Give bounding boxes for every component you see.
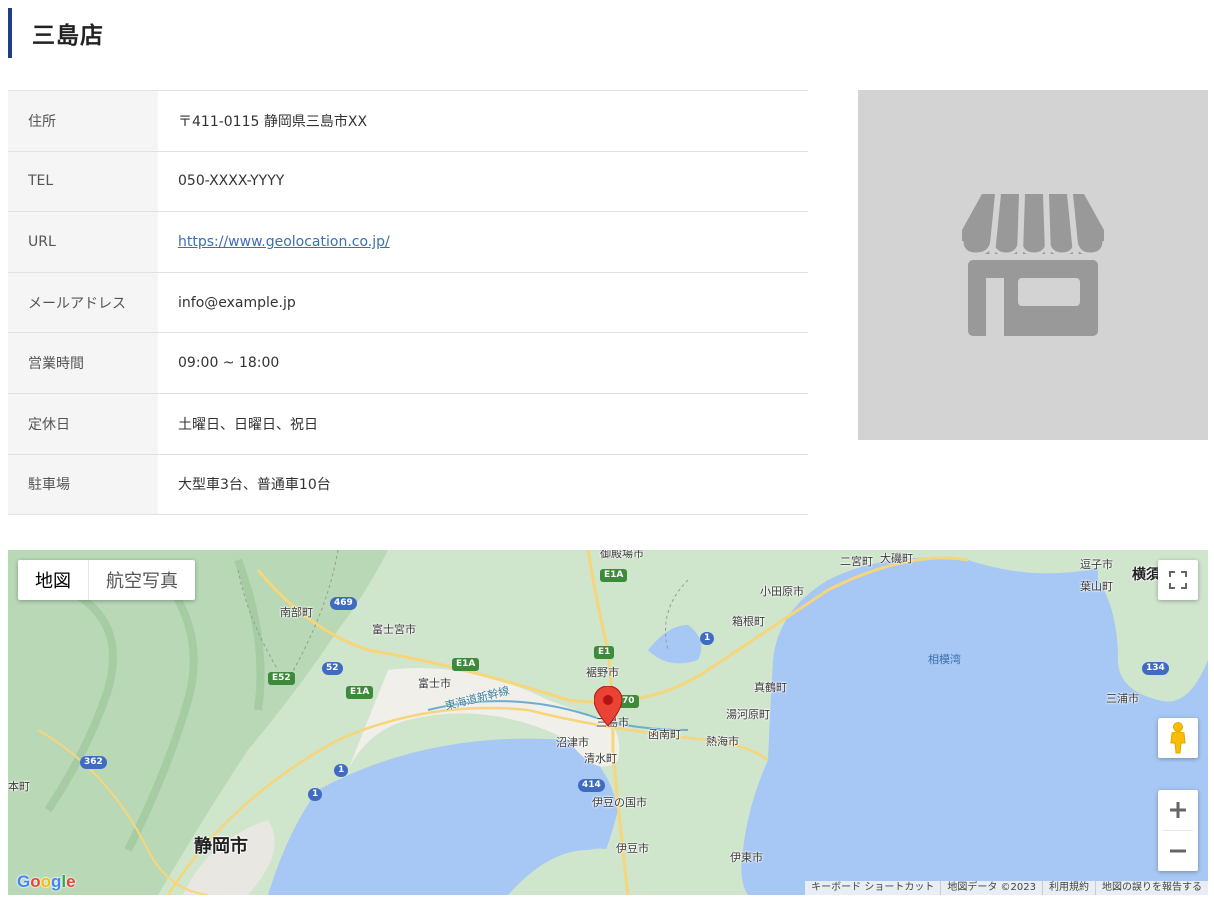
store-info-table: 住所 〒411-0115 静岡県三島市XX TEL 050-XXXX-YYYY … bbox=[8, 90, 808, 515]
map-panel[interactable]: 御殿場市 大磯町 二宮町 逗子市 葉山町 横須 小田原市 南部町 富士宮市 箱根… bbox=[8, 550, 1208, 895]
hours-label: 営業時間 bbox=[8, 332, 158, 394]
parking-value: 大型車3台、普通車10台 bbox=[178, 477, 331, 494]
zoom-in-button[interactable] bbox=[1158, 790, 1198, 830]
map-label-ninomiya: 二宮町 bbox=[840, 555, 873, 568]
road-shield: E52 bbox=[268, 672, 295, 685]
road-shield: 362 bbox=[80, 756, 107, 769]
storefront-icon bbox=[962, 194, 1104, 336]
road-shield: 1 bbox=[700, 632, 715, 645]
table-row: 営業時間 09:00 ~ 18:00 bbox=[8, 332, 808, 394]
map-label-izunokuni: 伊豆の国市 bbox=[592, 796, 647, 809]
map-label-yokosuka: 横須 bbox=[1132, 567, 1160, 583]
map-label-numazu: 沼津市 bbox=[556, 736, 589, 749]
map-type-control: 地図 航空写真 bbox=[18, 560, 195, 600]
google-logo[interactable]: Google bbox=[17, 872, 76, 892]
tel-value: 050-XXXX-YYYY bbox=[178, 173, 285, 190]
map-label-fujinomiya: 富士宮市 bbox=[372, 623, 416, 636]
minus-icon bbox=[1170, 849, 1186, 853]
map-label-hakone: 箱根町 bbox=[732, 615, 765, 628]
road-shield: 52 bbox=[322, 662, 343, 675]
url-link[interactable]: https://www.geolocation.co.jp/ bbox=[178, 234, 390, 250]
street-view-button[interactable] bbox=[1158, 718, 1198, 758]
road-shield: E1 bbox=[594, 646, 615, 659]
map-label-susono: 裾野市 bbox=[586, 666, 619, 679]
map-label-shizuoka: 静岡市 bbox=[194, 836, 248, 857]
keyboard-shortcuts-link[interactable]: キーボード ショートカット bbox=[805, 881, 940, 895]
map-label-fuji: 富士市 bbox=[418, 677, 451, 690]
table-row: TEL 050-XXXX-YYYY bbox=[8, 151, 808, 212]
store-image-placeholder bbox=[858, 90, 1208, 440]
url-label: URL bbox=[8, 211, 158, 273]
road-shield: 1 bbox=[334, 764, 349, 777]
report-error-link[interactable]: 地図の誤りを報告する bbox=[1095, 881, 1208, 895]
map-label-nanbu: 南部町 bbox=[280, 606, 313, 619]
map-attribution: キーボード ショートカット 地図データ ©2023 利用規約 地図の誤りを報告す… bbox=[805, 881, 1208, 895]
map-label-miura: 三浦市 bbox=[1106, 692, 1139, 705]
terms-link[interactable]: 利用規約 bbox=[1042, 881, 1095, 895]
map-data-text: 地図データ ©2023 bbox=[940, 881, 1042, 895]
fullscreen-button[interactable] bbox=[1158, 560, 1198, 600]
holidays-value: 土曜日、日曜日、祝日 bbox=[178, 416, 318, 433]
map-label-gotemba: 御殿場市 bbox=[600, 550, 644, 560]
map-marker-icon[interactable] bbox=[594, 686, 622, 726]
table-row: URL https://www.geolocation.co.jp/ bbox=[8, 211, 808, 273]
map-label-atami: 熱海市 bbox=[706, 735, 739, 748]
zoom-out-button[interactable] bbox=[1158, 831, 1198, 871]
address-value: 〒411-0115 静岡県三島市XX bbox=[178, 113, 368, 130]
map-label-yugawara: 湯河原町 bbox=[726, 708, 770, 721]
pegman-icon bbox=[1170, 722, 1186, 754]
page-title: 三島店 bbox=[32, 23, 104, 49]
road-shield: E1A bbox=[600, 569, 628, 582]
table-row: 住所 〒411-0115 静岡県三島市XX bbox=[8, 90, 808, 152]
map-label-ito: 伊東市 bbox=[730, 851, 763, 864]
page-title-bar: 三島店 bbox=[8, 8, 808, 58]
map-label-manazuru: 真鶴町 bbox=[754, 681, 787, 694]
zoom-control bbox=[1158, 790, 1198, 871]
map-type-map-button[interactable]: 地図 bbox=[18, 560, 89, 600]
road-shield: 414 bbox=[578, 779, 605, 792]
map-label-hon: 本町 bbox=[8, 780, 30, 793]
map-label-izu: 伊豆市 bbox=[616, 842, 649, 855]
road-shield: E1A bbox=[346, 686, 374, 699]
hours-value: 09:00 ~ 18:00 bbox=[178, 355, 280, 372]
address-label: 住所 bbox=[8, 90, 158, 152]
plus-icon bbox=[1170, 802, 1186, 818]
map-label-oiso: 大磯町 bbox=[880, 552, 913, 565]
table-row: メールアドレス info@example.jp bbox=[8, 272, 808, 333]
road-shield: 469 bbox=[330, 597, 357, 610]
map-label-hayama: 葉山町 bbox=[1080, 580, 1113, 593]
map-type-satellite-button[interactable]: 航空写真 bbox=[89, 560, 195, 600]
email-value: info@example.jp bbox=[178, 294, 296, 311]
holidays-label: 定休日 bbox=[8, 393, 158, 455]
road-shield: E1A bbox=[452, 658, 480, 671]
email-label: メールアドレス bbox=[8, 272, 158, 333]
parking-label: 駐車場 bbox=[8, 454, 158, 515]
map-label-zushi: 逗子市 bbox=[1080, 558, 1113, 571]
map-label-sagamiwan: 相模湾 bbox=[928, 653, 961, 666]
road-shield: 1 bbox=[308, 788, 323, 801]
tel-label: TEL bbox=[8, 151, 158, 212]
table-row: 定休日 土曜日、日曜日、祝日 bbox=[8, 393, 808, 455]
map-label-shimizu: 清水町 bbox=[584, 752, 617, 765]
fullscreen-icon bbox=[1169, 571, 1187, 589]
road-shield: 134 bbox=[1142, 662, 1169, 675]
map-label-kannami: 函南町 bbox=[648, 728, 681, 741]
map-label-odawara: 小田原市 bbox=[760, 585, 804, 598]
table-row: 駐車場 大型車3台、普通車10台 bbox=[8, 454, 808, 515]
